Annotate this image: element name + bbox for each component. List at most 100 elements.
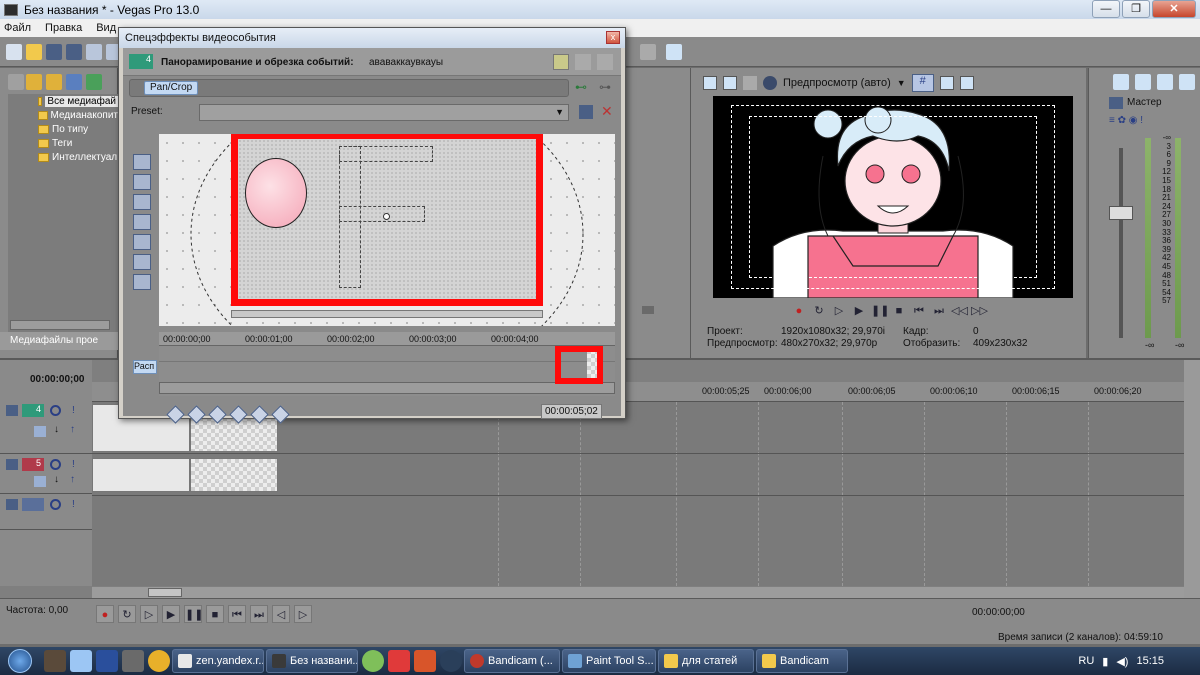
pan-crop-button[interactable]: Pan/Crop (144, 81, 199, 95)
split-screen-icon[interactable] (743, 76, 757, 90)
parent-icon[interactable]: ↑ (70, 474, 75, 485)
track-expand-icon[interactable] (6, 499, 18, 510)
task-bandicam-1[interactable]: Bandicam (... (464, 649, 560, 673)
fx-icon[interactable] (763, 76, 777, 90)
task-zen-yandex[interactable]: zen.yandex.r... (172, 649, 264, 673)
track-fx-icon[interactable] (34, 426, 46, 437)
video-clip[interactable] (92, 458, 190, 492)
position-tab[interactable]: Расп (133, 360, 157, 374)
size-about-center-icon[interactable] (133, 254, 151, 270)
properties-icon[interactable] (703, 76, 717, 90)
tree-item-media-bins[interactable]: Медианакопит (8, 108, 118, 122)
grid-overlay-icon[interactable]: # (911, 74, 934, 92)
lock-aspect-icon[interactable] (133, 234, 151, 250)
copy-snapshot-icon[interactable] (939, 76, 954, 90)
track-fx-icon[interactable] (34, 476, 46, 487)
mute-icon[interactable] (50, 499, 61, 510)
new-project-icon[interactable] (6, 44, 22, 60)
dialog-title-bar[interactable]: Спецэффекты видеособытия x (119, 28, 625, 48)
track-area[interactable] (92, 402, 1184, 586)
prev-frame-icon[interactable]: ◁◁ (951, 304, 968, 318)
keyframe-ruler[interactable]: 00:00:00;00 00:00:01;00 00:00:02;00 00:0… (159, 332, 615, 346)
view-grid-icon[interactable] (597, 54, 613, 70)
mute-icon[interactable] (50, 459, 61, 470)
tree-item-by-type[interactable]: По типу (8, 122, 118, 136)
dialog-close-button[interactable]: x (606, 31, 620, 44)
volume-icon[interactable]: ◀) (1116, 655, 1128, 668)
record-icon[interactable]: ● (96, 605, 114, 623)
master-fader[interactable] (1109, 206, 1133, 220)
paint-icon[interactable] (414, 650, 436, 672)
get-media-icon[interactable] (66, 74, 82, 90)
import-icon[interactable] (26, 74, 42, 90)
record-icon[interactable]: ● (791, 304, 807, 318)
speaker-icon[interactable] (1179, 74, 1195, 90)
track-row-6[interactable] (92, 498, 1184, 586)
play-icon[interactable]: ▶ (162, 605, 180, 623)
open-icon[interactable] (26, 44, 42, 60)
close-panel-icon[interactable] (640, 44, 656, 60)
parent-icon[interactable]: ↑ (70, 424, 75, 435)
preview-quality-dropdown[interactable]: Предпросмотр (авто) (783, 77, 891, 89)
minimize-button[interactable]: — (1092, 0, 1120, 18)
save-snapshot-icon[interactable] (959, 76, 974, 90)
tree-item-smart-bins[interactable]: Интеллектуал (8, 150, 118, 164)
downmix-icon[interactable] (1135, 74, 1151, 90)
timeline-vscroll[interactable] (1184, 360, 1200, 600)
preset-dropdown[interactable]: ▼ (199, 104, 569, 121)
steam-icon[interactable] (440, 650, 462, 672)
chrome-icon[interactable] (362, 650, 384, 672)
task-paint-tool[interactable]: Paint Tool S... (562, 649, 656, 673)
view-mode-icon[interactable] (553, 54, 569, 70)
menu-file[interactable]: Файл (4, 22, 31, 34)
save-icon[interactable] (46, 44, 62, 60)
properties-tool-icon[interactable] (133, 154, 151, 170)
next-marker-icon[interactable]: ⏭ (931, 304, 947, 318)
task-vegas[interactable]: Без названи... (266, 649, 358, 673)
close-button[interactable]: ✕ (1152, 0, 1196, 18)
solo-icon[interactable]: ! (72, 405, 75, 416)
next-frame-icon[interactable]: ▷ (294, 605, 312, 623)
view-list-icon[interactable] (575, 54, 591, 70)
render-icon[interactable] (86, 44, 102, 60)
mute-icon[interactable] (50, 405, 61, 416)
yandex-browser-icon[interactable] (388, 650, 410, 672)
next-keyframe-icon[interactable] (229, 405, 248, 424)
loop-icon[interactable]: ↻ (118, 605, 136, 623)
compositing-icon[interactable]: ↓ (54, 424, 59, 435)
chevron-down-icon[interactable]: ▼ (897, 78, 906, 88)
video-clip-transparent[interactable] (190, 458, 278, 492)
solo-icon[interactable]: ! (72, 499, 75, 510)
normal-edit-tool-icon[interactable] (133, 174, 151, 190)
compositing-icon[interactable]: ↓ (54, 474, 59, 485)
track-header-5[interactable]: 5 ! ↓ ↑ (0, 456, 92, 494)
tree-item-tags[interactable]: Теги (8, 136, 118, 150)
track-expand-icon[interactable] (6, 459, 18, 470)
add-keyframe-icon[interactable] (208, 405, 227, 424)
keyframe-row-mask[interactable] (159, 364, 615, 378)
film-icon[interactable] (44, 650, 66, 672)
keyframe-hscroll[interactable] (159, 382, 615, 394)
next-frame-icon[interactable]: ▷▷ (971, 304, 988, 318)
remove-plugin-icon[interactable]: ⊶ (599, 80, 615, 96)
clock[interactable]: 15:15 (1136, 655, 1164, 667)
tree-item-all-media[interactable]: Все медиафай (8, 94, 118, 108)
menu-edit[interactable]: Правка (45, 22, 82, 34)
track-row-5[interactable] (92, 456, 1184, 496)
play-from-start-icon[interactable]: ▷ (831, 304, 847, 318)
start-button[interactable] (0, 647, 40, 675)
stop-icon[interactable]: ■ (891, 304, 907, 318)
keyframe-time[interactable]: 00:00:05;02 (541, 404, 602, 419)
prev-marker-icon[interactable]: ⏮ (911, 304, 927, 318)
menu-view[interactable]: Вид (96, 22, 116, 34)
game-icon[interactable] (122, 650, 144, 672)
loop-icon[interactable]: ↻ (811, 304, 827, 318)
stop-icon[interactable]: ■ (206, 605, 224, 623)
external-monitor-icon[interactable] (723, 76, 737, 90)
play-icon[interactable]: ▶ (851, 304, 867, 318)
solo-icon[interactable]: ! (72, 459, 75, 470)
snap-to-grid-icon[interactable] (133, 214, 151, 230)
warning-icon[interactable] (148, 650, 170, 672)
track-expand-icon[interactable] (6, 405, 18, 416)
bus-fx-icons[interactable]: ≡ ✿ ◉ ! (1109, 115, 1169, 127)
